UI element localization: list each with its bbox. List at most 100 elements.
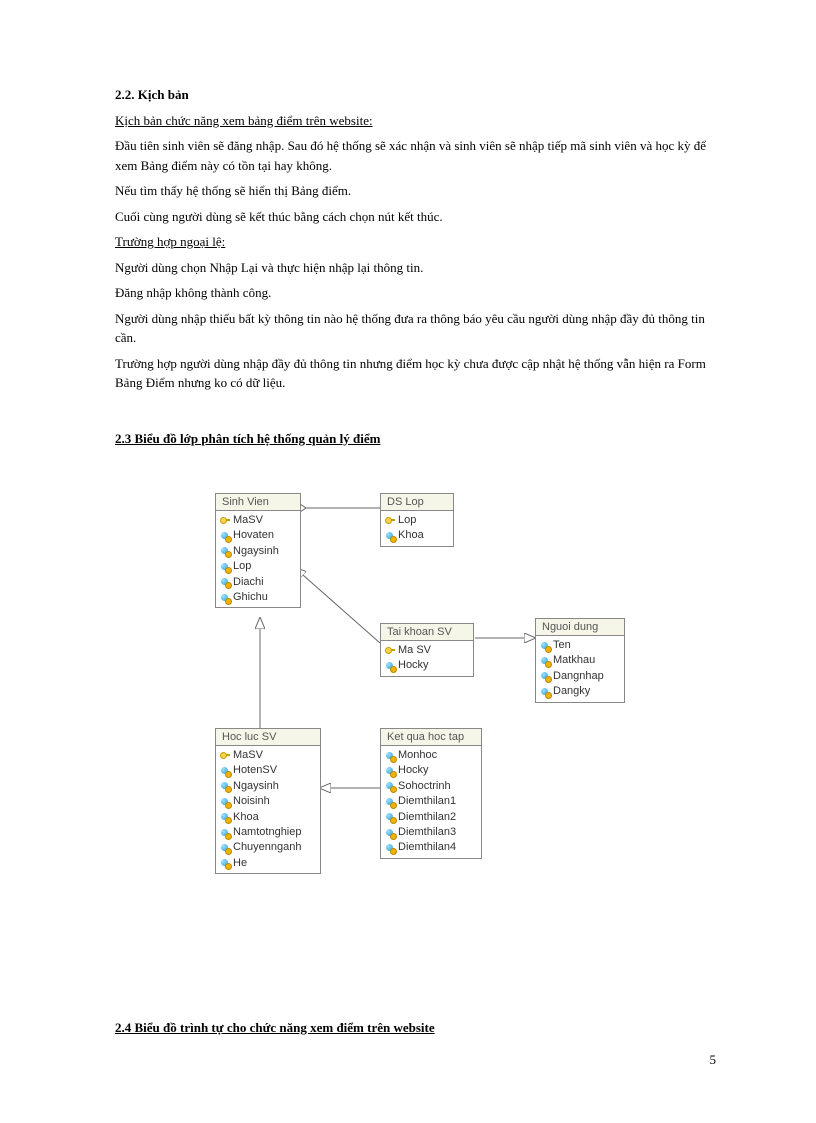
attribute-name: Namtotnghiep [233, 825, 302, 840]
class-title: Hoc luc SV [216, 729, 320, 746]
class-attribute: Chuyennganh [220, 840, 316, 855]
attribute-icon [220, 781, 230, 791]
attribute-name: Chuyennganh [233, 840, 302, 855]
class-body: LopKhoa [381, 511, 453, 546]
attribute-name: He [233, 856, 247, 871]
attribute-name: Sohoctrinh [398, 779, 451, 794]
attribute-name: Noisinh [233, 794, 270, 809]
attribute-icon [540, 687, 550, 697]
attribute-name: Diemthilan4 [398, 840, 456, 855]
section-2-4-title: 2.4 Biểu đồ trình tự cho chức năng xem đ… [115, 1018, 721, 1038]
attribute-icon [220, 766, 230, 776]
class-attribute: Noisinh [220, 794, 316, 809]
attribute-icon [385, 661, 395, 671]
attribute-icon [220, 797, 230, 807]
attribute-icon [540, 641, 550, 651]
attribute-icon [220, 593, 230, 603]
class-attribute: Ngaysinh [220, 544, 296, 559]
attribute-icon [385, 828, 395, 838]
class-attribute: Ghichu [220, 590, 296, 605]
attribute-icon [540, 656, 550, 666]
class-attribute: Diemthilan1 [385, 794, 477, 809]
class-attribute: Sohoctrinh [385, 779, 477, 794]
class-ket-qua-hoc-tap: Ket qua hoc tap MonhocHockySohoctrinhDie… [380, 728, 482, 859]
attribute-icon [220, 828, 230, 838]
attribute-name: Diemthilan2 [398, 810, 456, 825]
key-icon [385, 516, 395, 526]
class-hoc-luc-sv: Hoc luc SV MaSVHotenSVNgaysinhNoisinhKho… [215, 728, 321, 874]
class-attribute: Dangky [540, 684, 620, 699]
class-body: MonhocHockySohoctrinhDiemthilan1Diemthil… [381, 746, 481, 858]
attribute-name: Hovaten [233, 528, 274, 543]
key-icon [220, 751, 230, 761]
class-title: Sinh Vien [216, 494, 300, 511]
attribute-icon [385, 531, 395, 541]
class-title: Tai khoan SV [381, 624, 473, 641]
attribute-icon [385, 781, 395, 791]
attribute-name: Dangnhap [553, 669, 604, 684]
attribute-name: MaSV [233, 513, 263, 528]
attribute-icon [220, 858, 230, 868]
attribute-name: Ten [553, 638, 571, 653]
class-attribute: Khoa [220, 810, 316, 825]
class-attribute: Diemthilan4 [385, 840, 477, 855]
class-attribute: He [220, 856, 316, 871]
class-title: Ket qua hoc tap [381, 729, 481, 746]
paragraph: Nếu tìm thấy hệ thống sẽ hiển thị Bảng đ… [115, 181, 721, 201]
attribute-name: Ngaysinh [233, 779, 279, 794]
attribute-name: Lop [233, 559, 251, 574]
class-attribute: MaSV [220, 748, 316, 763]
attribute-name: Khoa [398, 528, 424, 543]
attribute-name: Ngaysinh [233, 544, 279, 559]
attribute-icon [220, 546, 230, 556]
class-ds-lop: DS Lop LopKhoa [380, 493, 454, 547]
class-attribute: Namtotnghiep [220, 825, 316, 840]
attribute-icon [220, 843, 230, 853]
class-attribute: Ma SV [385, 643, 469, 658]
attribute-name: Diachi [233, 575, 264, 590]
class-attribute: Diachi [220, 575, 296, 590]
class-attribute: Hocky [385, 763, 477, 778]
attribute-icon [385, 843, 395, 853]
attribute-icon [220, 812, 230, 822]
attribute-name: Diemthilan1 [398, 794, 456, 809]
attribute-name: Hocky [398, 658, 429, 673]
attribute-name: Ghichu [233, 590, 268, 605]
class-title: DS Lop [381, 494, 453, 511]
attribute-name: Hocky [398, 763, 429, 778]
key-icon [220, 516, 230, 526]
attribute-icon [220, 577, 230, 587]
exception-title: Trường hợp ngoại lệ: [115, 232, 721, 252]
class-attribute: Hocky [385, 658, 469, 673]
paragraph: Người dùng nhập thiếu bất kỳ thông tin n… [115, 309, 721, 348]
attribute-name: Dangky [553, 684, 590, 699]
section-2-2-title: 2.2. Kịch bản [115, 85, 721, 105]
section-2-2-subtitle: Kịch bản chức năng xem bảng điểm trên we… [115, 111, 721, 131]
class-attribute: Monhoc [385, 748, 477, 763]
key-icon [385, 646, 395, 656]
class-body: TenMatkhauDangnhapDangky [536, 636, 624, 702]
class-attribute: Ngaysinh [220, 779, 316, 794]
attribute-icon [220, 531, 230, 541]
class-attribute: Lop [220, 559, 296, 574]
attribute-icon [385, 797, 395, 807]
class-tai-khoan-sv: Tai khoan SV Ma SVHocky [380, 623, 474, 677]
class-nguoi-dung: Nguoi dung TenMatkhauDangnhapDangky [535, 618, 625, 703]
paragraph: Đầu tiên sinh viên sẽ đăng nhập. Sau đó … [115, 136, 721, 175]
attribute-name: HotenSV [233, 763, 277, 778]
class-attribute: HotenSV [220, 763, 316, 778]
class-body: Ma SVHocky [381, 641, 473, 676]
attribute-icon [385, 766, 395, 776]
section-2-3-title: 2.3 Biểu đồ lớp phân tích hệ thống quản … [115, 429, 721, 449]
class-attribute: Diemthilan2 [385, 810, 477, 825]
paragraph: Đăng nhập không thành công. [115, 283, 721, 303]
class-attribute: Diemthilan3 [385, 825, 477, 840]
attribute-icon [540, 671, 550, 681]
class-attribute: Matkhau [540, 653, 620, 668]
attribute-name: Ma SV [398, 643, 431, 658]
attribute-icon [220, 562, 230, 572]
attribute-name: MaSV [233, 748, 263, 763]
class-title: Nguoi dung [536, 619, 624, 636]
attribute-name: Matkhau [553, 653, 595, 668]
attribute-icon [385, 812, 395, 822]
